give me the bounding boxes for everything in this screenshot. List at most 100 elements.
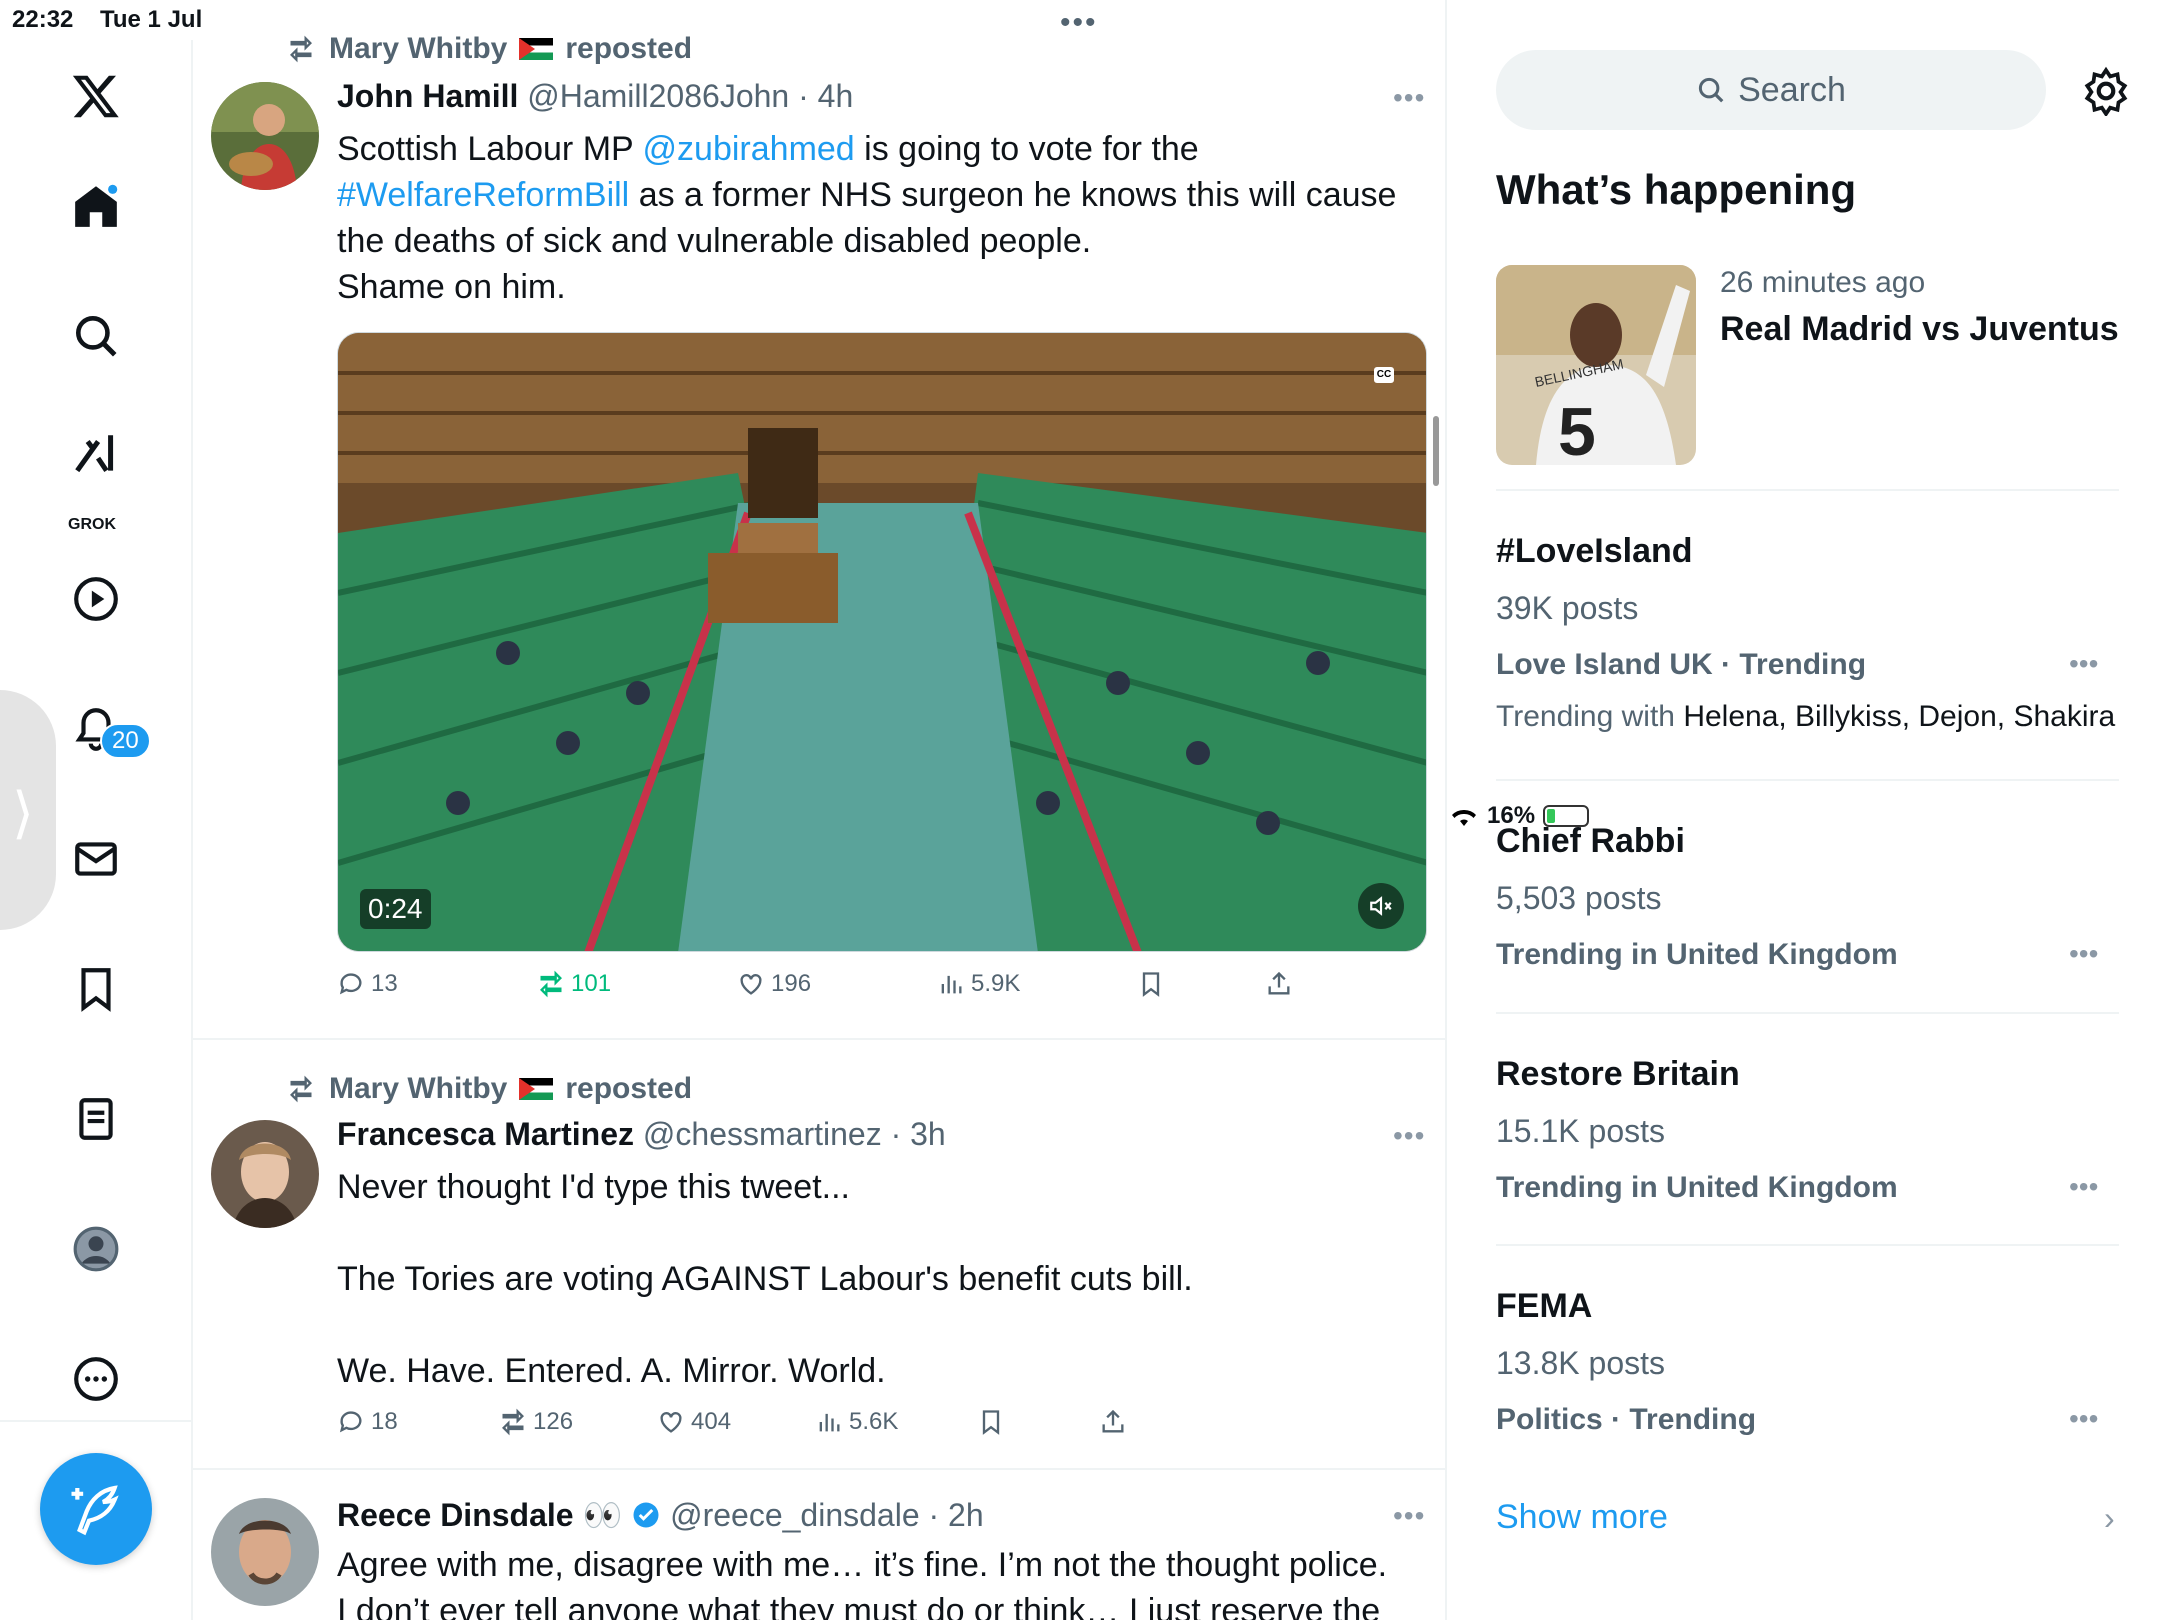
search-icon — [1699, 77, 1724, 103]
compose-post-button[interactable] — [40, 1453, 152, 1565]
repost-context: Mary Whitby reposted — [285, 1072, 692, 1106]
trend-more-icon[interactable]: ••• — [2069, 938, 2098, 970]
tweet-line: The Tories are voting AGAINST Labour's b… — [337, 1260, 1193, 1298]
tweet-line: Never thought I'd type this tweet... — [337, 1168, 850, 1206]
trend-divider — [1496, 1244, 2119, 1246]
tweet-time[interactable]: · 3h — [891, 1116, 946, 1152]
author-name[interactable]: Reece Dinsdale — [337, 1497, 574, 1533]
search-input[interactable]: Search — [1496, 50, 2046, 130]
news-time: 26 minutes ago — [1720, 266, 1926, 299]
show-more-link[interactable]: Show more — [1496, 1498, 1668, 1537]
trend-with-names: Helena, Billykiss, Dejon, Shakira — [1683, 700, 2116, 733]
repost-button[interactable]: 101 — [537, 970, 611, 998]
reply-count: 13 — [371, 970, 398, 997]
tweet-card[interactable]: Mary Whitby reposted Francesca Martinez … — [193, 1040, 1445, 1470]
repost-icon — [290, 35, 312, 63]
avatar[interactable] — [211, 1498, 319, 1606]
x-logo-icon[interactable] — [62, 62, 130, 130]
reply-icon — [339, 973, 362, 995]
trend-divider — [1496, 489, 2119, 491]
trend-title[interactable]: Restore Britain — [1496, 1055, 1740, 1094]
trend-title[interactable]: #LoveIsland — [1496, 532, 1693, 571]
nav-divider — [0, 1420, 193, 1422]
reply-button[interactable]: 13 — [337, 970, 398, 998]
trend-more-icon[interactable]: ••• — [2069, 1171, 2098, 1203]
avatar[interactable] — [211, 82, 319, 190]
bookmark-button[interactable] — [977, 1408, 1005, 1436]
reposter-name[interactable]: Mary Whitby — [329, 32, 507, 66]
lists-icon[interactable] — [62, 1085, 130, 1153]
search-nav-icon[interactable] — [62, 302, 130, 370]
trend-with: Trending with Helena, Billykiss, Dejon, … — [1496, 700, 2115, 734]
status-date: Tue 1 Jul — [100, 6, 203, 33]
grok-icon[interactable] — [62, 420, 130, 488]
author-name[interactable]: Francesca Martinez — [337, 1116, 634, 1152]
author-handle[interactable]: @chessmartinez — [643, 1116, 882, 1152]
verified-badge-icon — [633, 1502, 659, 1528]
views-button[interactable]: 5.9K — [937, 970, 1020, 998]
more-options-icon[interactable] — [62, 1345, 130, 1413]
share-button[interactable] — [1099, 1408, 1127, 1436]
mention-link[interactable]: @zubirahmed — [643, 130, 855, 168]
reposter-name[interactable]: Mary Whitby — [329, 1072, 507, 1106]
tweet-more-icon[interactable]: ••• — [1393, 1500, 1425, 1532]
messages-mail-icon[interactable] — [62, 825, 130, 893]
home-icon[interactable] — [62, 172, 130, 240]
tweet-header: Francesca Martinez @chessmartinez · 3h — [337, 1116, 946, 1153]
like-button[interactable]: 404 — [657, 1408, 731, 1436]
author-handle[interactable]: @reece_dinsdale — [670, 1497, 920, 1533]
share-icon — [1268, 971, 1290, 995]
trend-posts: 39K posts — [1496, 590, 1639, 626]
notifications-badge: 20 — [100, 723, 151, 759]
tweet-time[interactable]: · 4h — [798, 78, 853, 114]
news-headline[interactable]: Real Madrid vs Juventus — [1720, 310, 2119, 349]
tweet-text: Scottish Labour MP @zubirahmed is going … — [337, 126, 1417, 310]
news-thumbnail[interactable]: BELLINGHAM 5 — [1496, 265, 1696, 465]
palestine-flag-icon — [519, 1078, 554, 1100]
profile-icon[interactable] — [62, 1215, 130, 1283]
sidebar-expand-handle[interactable]: ⟩ — [0, 690, 56, 930]
bookmark-icon — [982, 1410, 1000, 1435]
compose-feather-icon — [71, 1485, 119, 1536]
trend-divider — [1496, 779, 2119, 781]
video-icon[interactable] — [62, 565, 130, 633]
tweet-actions: 13 101 196 5.9K — [337, 970, 1337, 1010]
avatar[interactable] — [211, 1120, 319, 1228]
video-duration: 0:24 — [360, 889, 431, 929]
tweet-video[interactable]: CC 0:24 — [337, 332, 1427, 952]
heart-icon — [740, 974, 762, 995]
hashtag-link[interactable]: #WelfareReformBill — [337, 176, 629, 214]
repost-count: 101 — [571, 970, 612, 997]
gear-icon[interactable] — [2081, 66, 2131, 116]
tweet-more-icon[interactable]: ••• — [1393, 1120, 1425, 1152]
trend-meta: Love Island UK · Trending — [1496, 648, 1867, 681]
like-count: 404 — [691, 1408, 732, 1435]
trend-title[interactable]: Chief Rabbi — [1496, 822, 1685, 861]
bookmark-button[interactable] — [1137, 970, 1165, 998]
views-button[interactable]: 5.6K — [815, 1408, 898, 1436]
reply-button[interactable]: 18 — [337, 1408, 398, 1436]
tweet-card[interactable]: Reece Dinsdale 👀 @reece_dinsdale · 2h ••… — [193, 1470, 1445, 1620]
mute-icon[interactable] — [1358, 883, 1404, 929]
reposted-label: reposted — [565, 32, 693, 65]
chevron-right-icon: › — [2104, 1500, 2115, 1536]
right-sidebar: Search What’s happening BELLINGHAM 5 26 … — [1449, 0, 2160, 1620]
repost-icon — [290, 1075, 312, 1103]
share-button[interactable] — [1265, 970, 1293, 998]
trend-more-icon[interactable]: ••• — [2069, 1403, 2098, 1435]
repost-count: 126 — [533, 1408, 574, 1435]
tweet-more-icon[interactable]: ••• — [1393, 82, 1425, 114]
tweet-text-part: Shame on him. — [337, 268, 566, 306]
timeline-scrollbar[interactable] — [1433, 416, 1439, 486]
bookmarks-icon[interactable] — [62, 955, 130, 1023]
trend-title[interactable]: FEMA — [1496, 1287, 1592, 1326]
views-chart-icon — [819, 1413, 840, 1432]
author-name[interactable]: John Hamill — [337, 78, 518, 114]
trend-more-icon[interactable]: ••• — [2069, 648, 2098, 680]
like-button[interactable]: 196 — [737, 970, 811, 998]
tweet-time[interactable]: · 2h — [929, 1497, 984, 1533]
repost-button[interactable]: 126 — [499, 1408, 573, 1436]
tweet-card[interactable]: Mary Whitby reposted John Hamill @Hamill… — [193, 0, 1445, 1040]
author-handle[interactable]: @Hamill2086John — [527, 78, 789, 114]
captions-icon[interactable]: CC — [1374, 367, 1394, 383]
